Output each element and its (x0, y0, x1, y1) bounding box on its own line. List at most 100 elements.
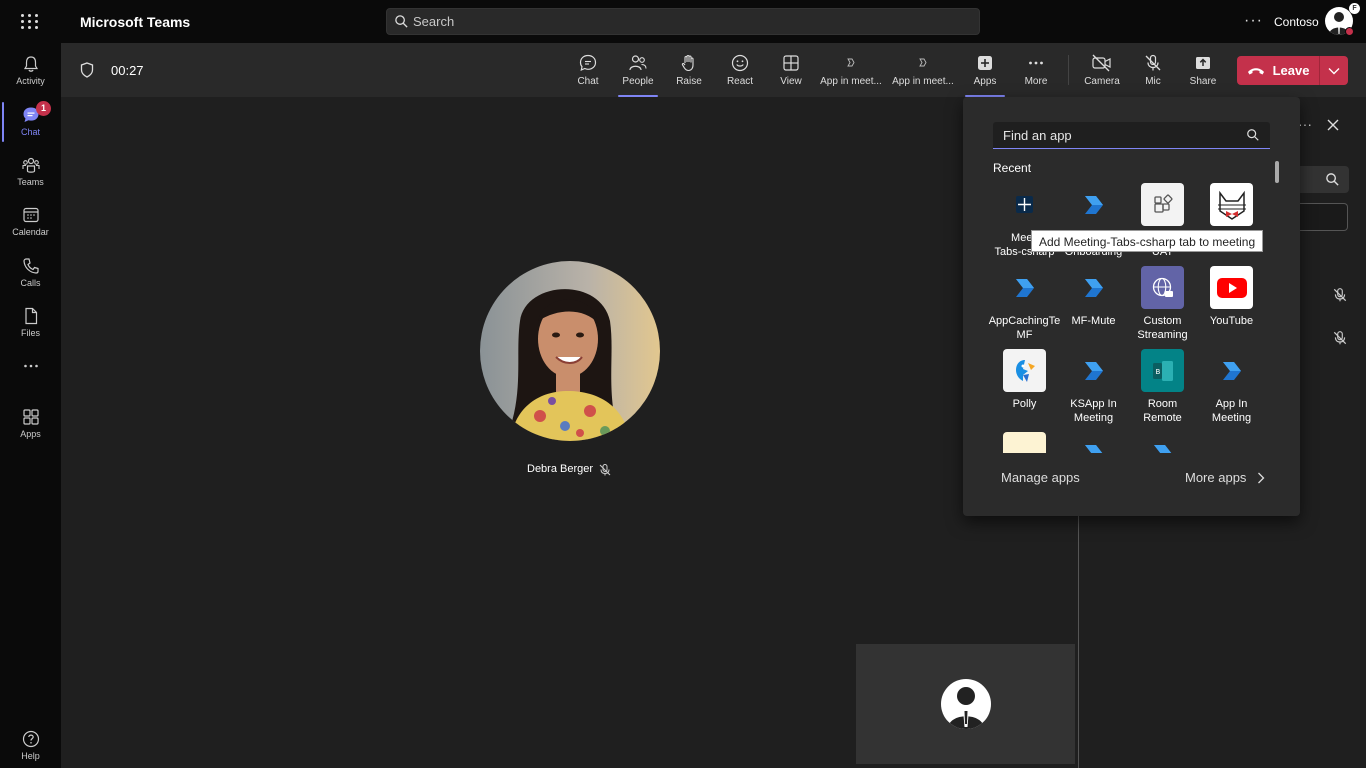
bell-icon (23, 56, 38, 72)
leave-button-group: Leave (1237, 56, 1348, 85)
help-icon (22, 730, 39, 748)
app-tile-partial[interactable] (1123, 429, 1192, 453)
power-automate-icon (1072, 266, 1115, 309)
app-name: Custom Streaming (1137, 315, 1188, 341)
close-icon[interactable] (1326, 118, 1340, 132)
panel-input[interactable] (1300, 203, 1348, 231)
smile-icon (731, 54, 749, 72)
toolbar-divider (1068, 55, 1069, 85)
chevron-right-icon[interactable] (1256, 471, 1266, 485)
app-name: Polly (1012, 398, 1037, 410)
participant-name: Debra Berger (527, 463, 594, 475)
view-button[interactable]: View (776, 50, 806, 94)
react-button[interactable]: React (724, 50, 756, 94)
search-icon (395, 15, 408, 28)
app-tile-custom-streaming[interactable]: Custom Streaming (1123, 263, 1192, 343)
rail-item-chat[interactable]: 1 Chat (0, 98, 61, 144)
recent-heading: Recent (993, 161, 1032, 175)
file-icon (24, 307, 37, 325)
toolbar-label: React (726, 76, 754, 87)
youtube-icon (1210, 266, 1253, 309)
search-input[interactable] (413, 9, 973, 34)
rail-item-activity[interactable]: Activity (0, 47, 61, 93)
mic-off-icon (1333, 288, 1347, 302)
scrollbar-thumb[interactable] (1275, 161, 1279, 183)
rail-label: Files (20, 328, 40, 338)
toolbar-label: Mic (1145, 76, 1161, 87)
rail-item-teams[interactable]: Teams (0, 148, 61, 194)
app-tile-app-in-meeting[interactable]: App In Meeting (1192, 346, 1261, 426)
calendar-icon (22, 207, 39, 223)
cat-icon (1210, 183, 1253, 226)
participant-avatar[interactable] (480, 261, 660, 441)
rail-item-files[interactable]: Files (0, 299, 61, 345)
app-tooltip: Add Meeting-Tabs-csharp tab to meeting (1031, 230, 1264, 252)
shield-icon[interactable] (80, 62, 94, 78)
more-icon (23, 364, 38, 368)
more-button[interactable]: More (1021, 50, 1051, 94)
chat-unread-badge: 1 (36, 101, 51, 116)
people-button[interactable]: People (618, 50, 658, 97)
chat-button[interactable]: Chat (573, 50, 603, 94)
toolbar-label: View (780, 76, 802, 87)
presence-status-icon (1345, 27, 1354, 36)
rail-item-apps[interactable]: Apps (0, 400, 61, 446)
leave-button[interactable]: Leave (1237, 56, 1319, 85)
app-name: KSApp In Meeting (1070, 398, 1117, 424)
toolbar-label: Apps (973, 76, 997, 87)
phone-icon (22, 258, 39, 274)
app-tile-appcachingtemf[interactable]: AppCachingTe MF (985, 263, 1060, 343)
toolbar-label: People (622, 76, 654, 87)
more-icon (1029, 61, 1043, 65)
rail-label: Activity (16, 76, 45, 86)
manage-apps-link[interactable]: Manage apps (1001, 470, 1080, 485)
mic-off-icon (599, 464, 611, 476)
room-remote-icon: B (1141, 349, 1184, 392)
app-in-meeting-2-button[interactable]: App in meet... (890, 50, 956, 94)
rail-label: Chat (20, 127, 40, 137)
leave-options-button[interactable] (1319, 56, 1348, 85)
app-tile-ksapp-in-meeting[interactable]: KSApp In Meeting (1054, 346, 1123, 426)
power-automate-icon (919, 58, 927, 67)
mic-button[interactable]: Mic (1140, 50, 1166, 94)
find-app-box[interactable] (993, 122, 1270, 149)
power-automate-icon (1072, 183, 1115, 226)
settings-more-icon[interactable]: ··· (1244, 12, 1263, 30)
org-name[interactable]: Contoso (1274, 15, 1319, 29)
app-in-meeting-1-button[interactable]: App in meet... (818, 50, 884, 94)
raise-hand-button[interactable]: Raise (674, 50, 704, 94)
app-tile-polly[interactable]: Polly (985, 346, 1054, 426)
hang-up-icon (1247, 67, 1264, 74)
app-tile-youtube[interactable]: YouTube (1192, 263, 1261, 343)
app-tile-partial[interactable] (1054, 429, 1123, 453)
rail-item-help[interactable]: Help (0, 722, 61, 768)
mic-off-icon (1333, 331, 1347, 345)
share-button[interactable]: Share (1188, 50, 1218, 94)
rail-item-calls[interactable]: Calls (0, 249, 61, 295)
apps-button[interactable]: Apps (965, 50, 1005, 97)
app-tile-partial[interactable] (985, 429, 1054, 453)
camera-button[interactable]: Camera (1083, 50, 1121, 94)
search-box[interactable] (386, 8, 980, 35)
apps-grid: MeetiTabs-csharp Onboarding UAT AppCachi… (985, 180, 1270, 453)
rail-label: Calls (20, 278, 41, 288)
svg-text:B: B (1155, 368, 1160, 376)
panel-search-button[interactable] (1300, 166, 1349, 193)
app-launcher-icon[interactable] (18, 10, 42, 32)
rail-item-calendar[interactable]: Calendar (0, 198, 61, 244)
polly-icon (1003, 349, 1046, 392)
app-tile-mf-mute[interactable]: MF-Mute (1054, 263, 1123, 343)
app-name: Room Remote (1143, 398, 1182, 424)
account-badge: F (1349, 3, 1360, 14)
toolbar-label: Raise (676, 76, 702, 87)
left-rail: Activity 1 Chat Teams Calendar Calls Fil… (0, 43, 61, 768)
self-avatar (941, 679, 991, 729)
app-tile-room-remote[interactable]: B Room Remote (1123, 346, 1192, 426)
add-app-icon (978, 56, 992, 70)
find-app-input[interactable] (1003, 122, 1238, 148)
more-apps-link[interactable]: More apps (1185, 470, 1246, 485)
rail-label: Teams (17, 177, 44, 187)
leave-label: Leave (1272, 63, 1310, 78)
panel-more-icon[interactable]: ··· (1298, 116, 1312, 132)
rail-item-more[interactable] (0, 349, 61, 395)
